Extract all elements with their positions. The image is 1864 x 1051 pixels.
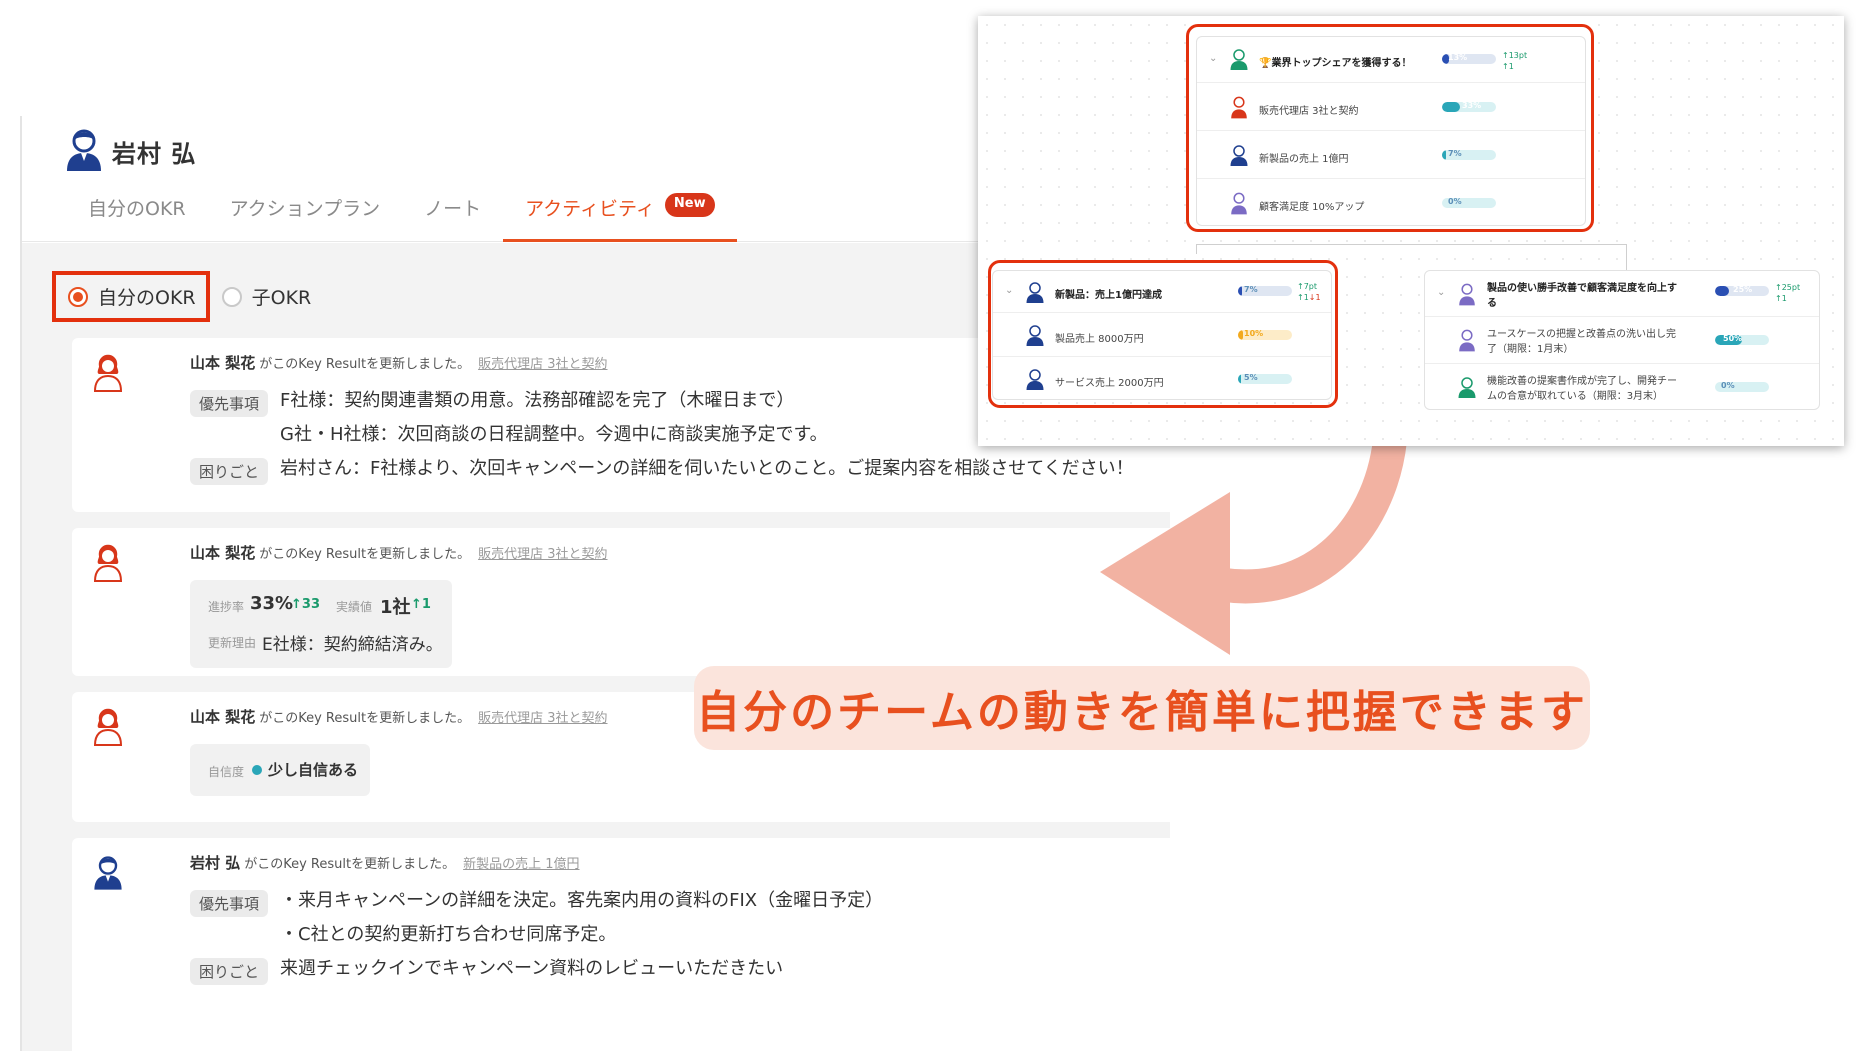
activity-meta: 山本 梨花 がこのKey Resultを更新しました。 販売代理店 3社と契約 [190,706,608,727]
activity-user: 山本 梨花 [190,544,256,562]
radio-child-okr[interactable] [221,286,242,307]
kr-name-line1: 機能改善の提案書作成が完了し、開発チー [1487,376,1677,387]
priority-line-1: F社様：契約関連書類の用意。法務部確認を完了（木曜日まで） [280,390,795,411]
progress-update-box: 進捗率 33% ↑33 実績値 1社 ↑1 更新理由 E社様：契約締結済み。 [190,580,452,668]
objective-name-line1: 製品の使い勝手改善で顧客満足度を向上す [1487,283,1677,294]
priority-line-1: ・来月キャンペーンの詳細を決定。客先案内用の資料のFIX（金曜日予定） [280,890,884,911]
tab-action-plan[interactable]: アクションプラン [208,188,402,242]
kr-link[interactable]: 販売代理店 3社と契約 [478,357,607,372]
user-name: 岩村 弘 [112,139,197,168]
radio-own-okr[interactable] [68,286,88,307]
kr-progress-bar: 50% [1715,335,1769,345]
kr-link[interactable]: 販売代理店 3社と契約 [478,547,607,562]
okr-card-usability[interactable]: ⌄ 製品の使い勝手改善で顧客満足度を向上す る 25% ↑25pt ↑1 ユースケ… [1424,270,1820,410]
caption-banner: 自分のチームの動きを簡単に把握できます [694,666,1590,750]
actual-delta: ↑1 [411,597,431,612]
okr-map-screenshot: ⌄ 🏆業界トップシェアを獲得する！ 13% ↑13pt ↑1 販売代理店 3社と契… [978,16,1844,446]
tab-label: アクティビティ [525,198,655,220]
caption-text: 自分のチームの動きを簡単に把握できます [696,687,1588,738]
user-header: 岩村 弘 [64,126,196,176]
delta-pt: ↑25pt [1775,283,1801,292]
confidence-value: 少し自信ある [268,761,359,779]
priority-line-2: G社・H社様：次回商談の日程調整中。今週中に商談実施予定です。 [280,424,828,445]
objective-progress-text: 25% [1733,286,1753,294]
tab-label: 自分のOKR [88,198,186,220]
reason-value: E社様：契約締結済み。 [262,635,443,655]
tab-label: アクションプラン [229,198,381,220]
okr-filter: 自分のOKR 子OKR [52,271,311,322]
connector [1196,244,1626,245]
radio-own-label: 自分のOKR [98,287,196,309]
activity-action: がこのKey Resultを更新しました。 [244,857,456,872]
filter-own-okr[interactable]: 自分のOKR [52,271,210,322]
progress-delta: ↑33 [291,597,320,612]
kr-row[interactable]: ユースケースの把握と改善点の洗い出し完 了（期限：1月末） 50% [1425,317,1819,364]
highlight-box-company [1186,24,1594,232]
confidence-box: 自信度 少し自信ある [190,744,370,796]
kr-row[interactable]: 機能改善の提案書作成が完了し、開発チー ムの合意が取れている（期限：3月末） 0… [1425,364,1819,411]
objective-row[interactable]: ⌄ 製品の使い勝手改善で顧客満足度を向上す る 25% ↑25pt ↑1 [1425,271,1819,317]
activity-meta: 岩村 弘がこのKey Resultを更新しました。 新製品の売上 1億円 [190,852,580,873]
avatar-icon [1457,328,1477,356]
activity-card: 山本 梨花 がこのKey Resultを更新しました。 販売代理店 3社と契約 進捗… [72,528,1170,676]
tab-note[interactable]: ノート [402,188,503,242]
activity-card: 岩村 弘がこのKey Resultを更新しました。 新製品の売上 1億円 優先事項… [72,838,1170,1051]
objective-name-line2: る [1487,298,1497,309]
activity-user: 岩村 弘 [190,854,241,872]
highlight-box-team [988,260,1338,408]
new-badge: New [664,193,715,217]
reason-label: 更新理由 [208,636,257,650]
kr-progress-bar: 0% [1715,382,1769,392]
avatar-icon [1457,282,1477,310]
actual-value: 1社 [380,597,411,618]
issue-line: 来週チェックインでキャンペーン資料のレビューいただきたい [280,958,784,979]
objective-delta: ↑25pt ↑1 [1775,282,1800,304]
issue-tag: 困りごと [190,458,269,485]
activity-action: がこのKey Resultを更新しました。 [259,357,471,372]
priority-tag: 優先事項 [190,390,269,417]
kr-link[interactable]: 新製品の売上 1億円 [463,857,579,872]
progress-label: 進捗率 [208,600,245,614]
objective-progress-bar: 25% [1715,286,1769,296]
radio-child-label: 子OKR [251,287,312,309]
activity-action: がこのKey Resultを更新しました。 [259,711,471,726]
tab-bar: 自分のOKR アクションプラン ノート アクティビティ New [68,188,737,242]
kr-name-line2: 了（期限：1月末） [1487,344,1574,355]
issue-line: 岩村さん：F社様より、次回キャンペーンの詳細を伺いたいとのこと。ご提案内容を相談… [280,458,1134,479]
tab-label: ノート [424,198,482,220]
activity-meta: 山本 梨花 がこのKey Resultを更新しました。 販売代理店 3社と契約 [190,352,608,373]
tab-my-okr[interactable]: 自分のOKR [68,188,208,242]
activity-user: 山本 梨花 [190,708,256,726]
kr-progress-text: 50% [1723,335,1743,343]
kr-progress-text: 0% [1721,382,1735,390]
activity-action: がこのKey Resultを更新しました。 [259,547,471,562]
user-avatar [64,126,104,176]
progress-value: 33% [250,593,294,614]
confidence-dot [252,765,262,775]
user-avatar-male [92,852,124,896]
connector [1626,244,1627,272]
user-avatar-female [92,706,124,750]
avatar-icon [1457,375,1477,403]
priority-line-2: ・C社との契約更新打ち合わせ同席予定。 [280,924,617,945]
connector [1196,244,1197,254]
user-avatar-female [92,352,124,396]
stage: 岩村 弘 自分のOKR アクションプラン ノート アクティビティ New 自分のO… [0,0,1864,1051]
actual-label: 実績値 [336,600,373,614]
issue-tag: 困りごと [190,958,269,985]
user-avatar-female [92,542,124,586]
curved-arrow [1100,430,1407,655]
priority-tag: 優先事項 [190,890,269,917]
kr-name-line1: ユースケースの把握と改善点の洗い出し完 [1487,329,1676,340]
kr-name-line2: ムの合意が取れている（期限：3月末） [1487,391,1664,402]
activity-user: 山本 梨花 [190,354,256,372]
filter-child-okr[interactable]: 子OKR [221,283,312,310]
chevron-down-icon[interactable]: ⌄ [1437,287,1445,298]
kr-link[interactable]: 販売代理店 3社と契約 [478,711,607,726]
confidence-label: 自信度 [208,765,245,779]
delta-count: ↑1 [1775,294,1787,303]
tab-activity[interactable]: アクティビティ New [503,188,737,242]
activity-meta: 山本 梨花 がこのKey Resultを更新しました。 販売代理店 3社と契約 [190,542,608,563]
